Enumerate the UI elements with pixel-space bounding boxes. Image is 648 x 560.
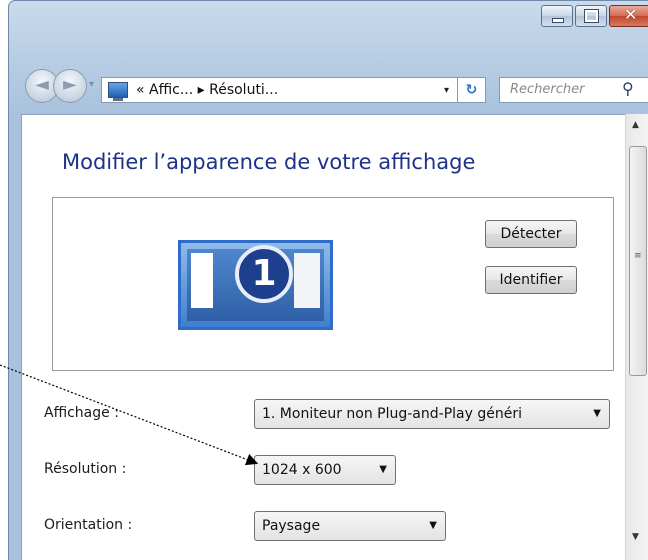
pointer-arrow-icon [0,364,259,466]
annotation-arrow [0,364,259,466]
